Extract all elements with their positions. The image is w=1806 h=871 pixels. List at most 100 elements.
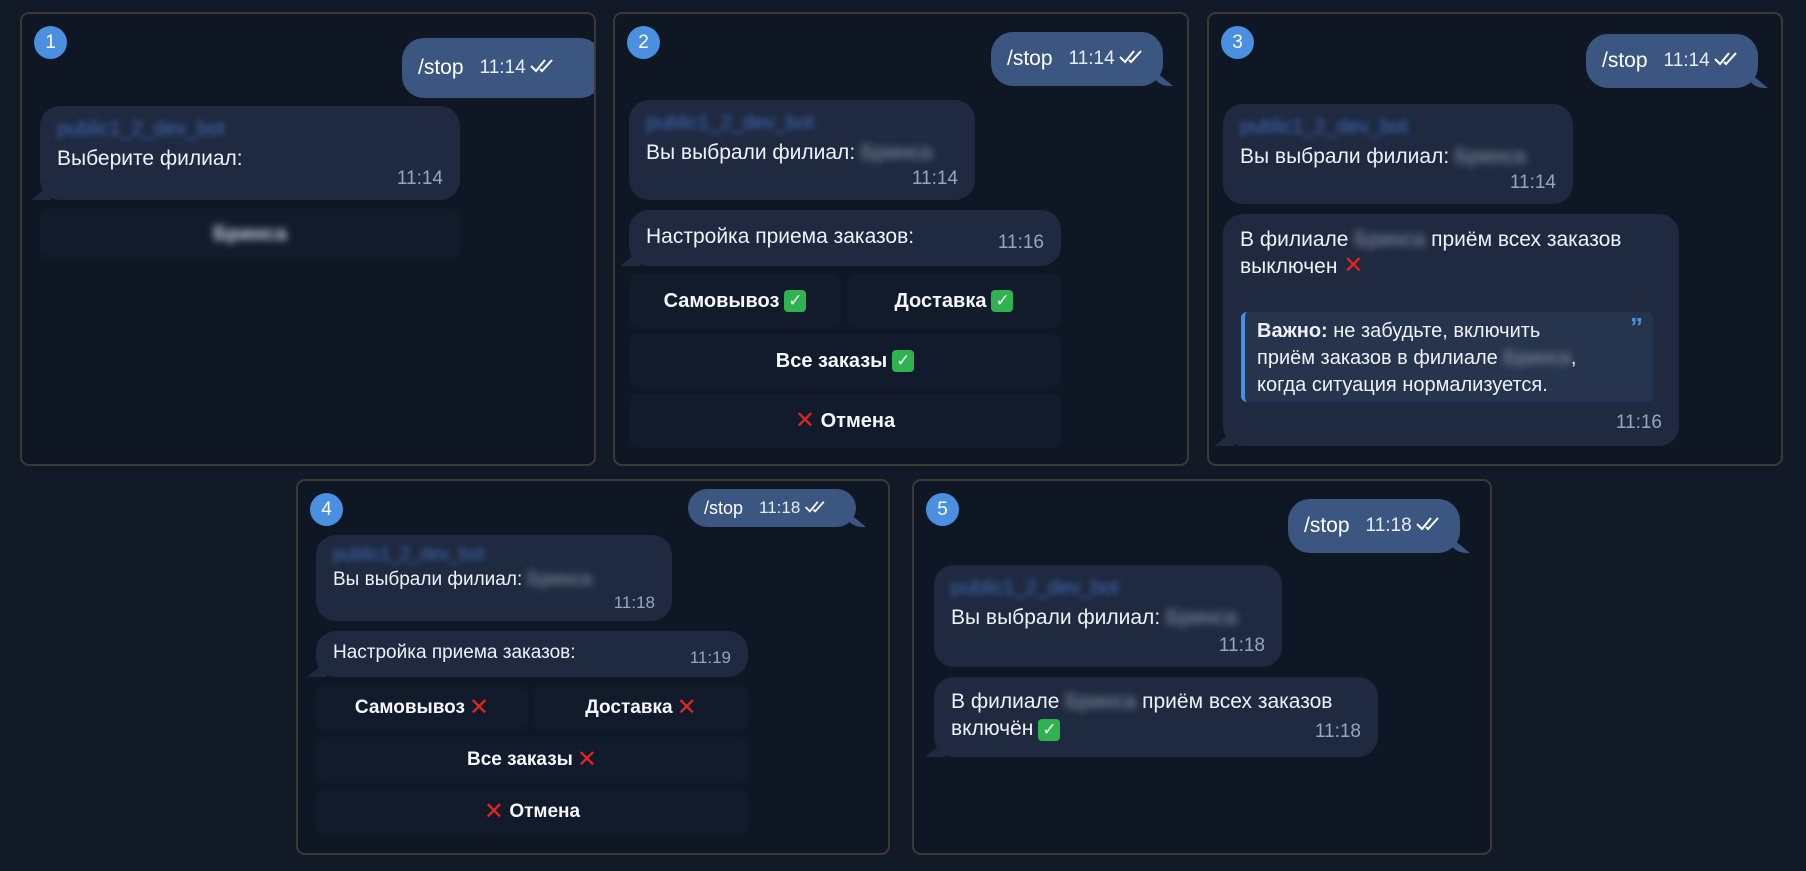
quote-line-2: приём заказов в филиале Бринса, <box>1257 347 1577 369</box>
sender-name: public1_2_dev_bot <box>333 544 485 564</box>
step-number: 4 <box>310 493 343 526</box>
message-time: 11:16 <box>1615 412 1662 433</box>
sender-name: public1_2_dev_bot <box>646 112 814 134</box>
quote-line-1: Важно: не забудьте, включить <box>1257 318 1623 345</box>
pickup-button[interactable]: Самовывоз ✓ <box>629 274 841 328</box>
quote-text: приём заказов в филиале <box>1257 347 1498 369</box>
message-time: 11:18 <box>1314 721 1361 742</box>
screenshot-panel-2: 2 /stop 11:14 public1_2_dev_bot Вы выбра… <box>613 12 1189 466</box>
step-number: 5 <box>926 493 959 526</box>
incoming-message: public1_2_dev_bot Вы выбрали филиал: Бри… <box>1223 104 1573 204</box>
bubble-tail <box>1151 68 1173 86</box>
delivery-button[interactable]: Доставка ✕ <box>534 685 748 731</box>
branch-name: Бринса <box>213 222 287 245</box>
screenshot-panel-1: 1 /stop 11:14 public1_2_dev_bot Выберите… <box>20 12 596 466</box>
message-time: 11:14 <box>479 57 526 78</box>
bubble-tail <box>307 661 327 677</box>
step-number: 2 <box>627 26 660 59</box>
sender-name: public1_2_dev_bot <box>1240 116 1408 138</box>
sender-name: public1_2_dev_bot <box>951 577 1119 599</box>
branch-name: Бринса <box>527 569 592 590</box>
incoming-message: public1_2_dev_bot Выберите филиал: 11:14 <box>31 106 460 200</box>
message-time: 11:18 <box>613 593 655 612</box>
bubble-tail <box>590 80 594 98</box>
cancel-button[interactable]: ✕ Отмена <box>316 789 748 835</box>
screenshot-panel-3: 3 /stop 11:14 public1_2_dev_bot Вы выбра… <box>1207 12 1783 466</box>
bubble-tail <box>620 250 640 266</box>
pickup-button[interactable]: Самовывоз ✕ <box>316 685 528 731</box>
message-time: 11:14 <box>396 168 443 189</box>
cross-icon: ✕ <box>794 407 816 434</box>
incoming-message: public1_2_dev_bot Вы выбрали филиал: Бри… <box>629 100 975 200</box>
button-label: Все заказы <box>775 349 888 372</box>
button-label: Отмена <box>820 409 896 432</box>
double-check-icon <box>1118 47 1145 71</box>
bubble-tail <box>925 741 945 757</box>
outgoing-message: /stop 11:14 <box>402 38 594 98</box>
cross-icon: ✕ <box>576 746 597 773</box>
important-quote: Важно: не забудьте, включить приём заказ… <box>1241 312 1653 402</box>
incoming-message: Настройка приема заказов: 11:19 <box>307 631 748 677</box>
bubble-tail <box>1448 535 1470 553</box>
quote-bold: Важно: <box>1257 320 1328 342</box>
chosen-label: Вы выбрали филиал: <box>951 606 1161 629</box>
button-label: Доставка <box>894 289 987 312</box>
step-number: 1 <box>34 26 67 59</box>
cancel-button[interactable]: ✕ Отмена <box>629 394 1061 448</box>
bubble-tail <box>1746 70 1768 88</box>
cross-icon: ✕ <box>468 694 490 721</box>
message-time: 11:14 <box>1068 48 1115 69</box>
message-time: 11:14 <box>1509 172 1556 193</box>
button-label: Самовывоз <box>663 289 780 312</box>
delivery-button[interactable]: Доставка ✓ <box>847 274 1061 328</box>
message-text: /stop <box>704 497 744 518</box>
double-check-icon <box>804 498 828 519</box>
chosen-label: Вы выбрали филиал: <box>1240 145 1450 168</box>
incoming-message: public1_2_dev_bot Вы выбрали филиал: Бри… <box>316 535 672 621</box>
message-text: Настройка приема заказов: <box>646 225 915 248</box>
status-text: В филиале <box>1240 228 1349 251</box>
button-label: Самовывоз <box>354 697 465 718</box>
incoming-message: В филиале Бринса приём всех заказов вклю… <box>925 677 1378 757</box>
outgoing-message: /stop 11:18 <box>1288 499 1470 553</box>
button-label: Доставка <box>585 697 673 718</box>
message-text: Вы выбрали филиал: Бринса <box>333 569 655 591</box>
check-icon: ✓ <box>1038 719 1061 741</box>
status-text: В филиале <box>951 690 1060 713</box>
message-time: 11:18 <box>1218 635 1265 656</box>
double-check-icon <box>1713 49 1740 73</box>
incoming-message: Настройка приема заказов: 11:16 <box>620 210 1061 266</box>
message-text: Вы выбрали филиал: Бринса <box>951 606 1265 630</box>
screenshot-panel-5: 5 /stop 11:18 public1_2_dev_bot Вы выбра… <box>912 479 1492 855</box>
branch-button[interactable]: Бринса <box>40 209 460 259</box>
message-text: Вы выбрали филиал: Бринса <box>1240 145 1556 169</box>
status-line-2: выключен ✕ <box>1240 253 1662 280</box>
all-orders-button[interactable]: Все заказы ✕ <box>316 737 748 783</box>
bubble-tail <box>1214 430 1234 446</box>
outgoing-message: /stop 11:14 <box>991 32 1173 86</box>
sender-name: public1_2_dev_bot <box>57 118 225 140</box>
branch-name: Бринса <box>1166 606 1237 629</box>
incoming-message: В филиале Бринса приём всех заказов выкл… <box>1214 214 1679 446</box>
branch-name: Бринса <box>1354 228 1426 251</box>
button-label: Все заказы <box>467 749 573 770</box>
check-icon: ✓ <box>784 290 807 312</box>
cross-icon: ✕ <box>483 798 505 825</box>
button-label: Отмена <box>509 801 581 822</box>
double-check-icon <box>529 56 556 80</box>
message-text: /stop <box>1007 47 1053 70</box>
check-icon: ✓ <box>991 290 1014 312</box>
message-text: /stop <box>1304 514 1350 537</box>
double-check-icon <box>1415 514 1442 538</box>
all-orders-button[interactable]: Все заказы ✓ <box>629 334 1061 388</box>
message-text: /stop <box>418 56 464 79</box>
status-line-1: В филиале Бринса приём всех заказов <box>1240 226 1662 253</box>
outgoing-message: /stop 11:18 <box>688 489 866 527</box>
status-text: приём всех заказов <box>1431 228 1622 251</box>
quote-line-3: когда ситуация нормализуется. <box>1257 374 1548 396</box>
branch-name: Бринса <box>861 141 932 164</box>
branch-name: Бринса <box>1455 145 1526 168</box>
status-text: выключен <box>1240 255 1338 278</box>
cross-icon: ✕ <box>1343 252 1364 279</box>
message-time: 11:16 <box>997 232 1044 253</box>
